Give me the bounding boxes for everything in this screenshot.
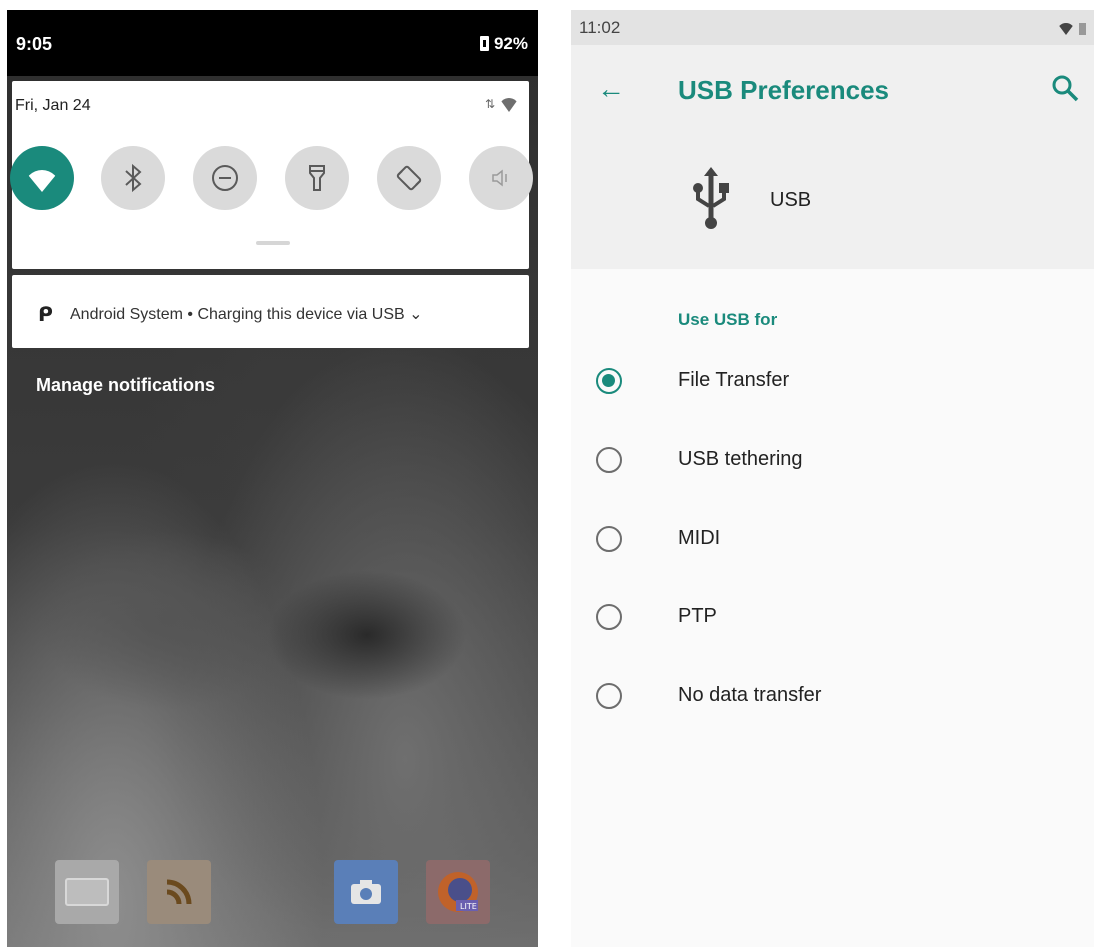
option-label: USB tethering [678, 448, 803, 470]
section-header: Use USB for [678, 310, 778, 329]
wallpaper-rocks [37, 530, 297, 710]
wifi-tile[interactable] [10, 146, 74, 210]
data-arrows-icon: ⇅ [484, 97, 495, 111]
svg-text:LITE: LITE [460, 902, 477, 911]
search-icon[interactable] [1050, 73, 1080, 103]
option-label: PTP [678, 605, 717, 627]
option-ptp[interactable]: PTP [571, 589, 1094, 649]
feed-app-icon[interactable] [147, 860, 211, 924]
page-title: USB Preferences [678, 75, 889, 105]
status-time-right: 11:02 [579, 18, 621, 37]
radio-unselected-icon[interactable] [596, 683, 622, 709]
panel-drag-handle[interactable] [256, 241, 290, 245]
bluetooth-tile[interactable] [101, 146, 165, 210]
rss-icon [166, 879, 192, 905]
wifi-signal-icon [499, 97, 519, 112]
radio-unselected-icon[interactable] [596, 526, 622, 552]
back-arrow-icon[interactable]: ← [597, 73, 625, 105]
date-label: Fri, Jan 24 [15, 97, 91, 114]
status-time: 9:05 [16, 34, 53, 54]
notification-separator: • [187, 306, 193, 323]
battery-icon [1079, 22, 1086, 35]
usb-preferences-screen: 11:02 ← USB Preferences USB Use USB for … [571, 10, 1094, 947]
keyboard-app-icon[interactable] [55, 860, 119, 924]
status-bar-right: 11:02 [571, 10, 1094, 45]
do-not-disturb-tile[interactable] [193, 146, 257, 210]
bluetooth-icon [125, 163, 142, 193]
usb-label: USB [770, 189, 812, 211]
usb-icon [693, 167, 729, 229]
manage-notifications-link[interactable]: Manage notifications [36, 375, 215, 396]
flashlight-icon [309, 165, 325, 191]
option-no-data-transfer[interactable]: No data transfer [571, 668, 1094, 728]
notification-app-name: Android System [70, 306, 183, 323]
network-indicator: ⇅ [485, 97, 519, 112]
firefox-lite-app-icon[interactable]: LITE [426, 860, 490, 924]
option-usb-tethering[interactable]: USB tethering [571, 432, 1094, 492]
camera-app-icon[interactable] [334, 860, 398, 924]
volume-icon [492, 169, 507, 187]
option-midi[interactable]: MIDI [571, 511, 1094, 571]
usb-notification[interactable]: ᑭ Android System • Charging this device … [12, 275, 529, 348]
notification-message: Charging this device via USB [197, 306, 405, 323]
option-label: No data transfer [678, 684, 822, 706]
battery-charging-icon [479, 36, 489, 51]
status-icons [1057, 20, 1086, 38]
flashlight-tile[interactable] [285, 146, 349, 210]
expand-chevron-icon[interactable]: ⌄ [409, 306, 422, 323]
wifi-signal-icon [1057, 22, 1075, 35]
auto-rotate-icon [396, 165, 422, 191]
option-label: MIDI [678, 527, 721, 549]
header-area: ← USB Preferences USB [571, 45, 1094, 269]
radio-unselected-icon[interactable] [596, 604, 622, 630]
option-label: File Transfer [678, 369, 790, 391]
wallpaper-shadow [267, 570, 467, 700]
do-not-disturb-icon [212, 165, 238, 191]
wifi-icon [24, 170, 60, 192]
volume-tile[interactable] [469, 146, 533, 210]
battery-status: 92% [479, 34, 528, 54]
camera-icon [351, 880, 381, 904]
auto-rotate-tile[interactable] [377, 146, 441, 210]
notification-shade-screen: 9:05 92% Fri, Jan 24 ⇅ ᑭ Android System … [7, 10, 538, 947]
option-file-transfer[interactable]: File Transfer [571, 353, 1094, 413]
status-bar: 9:05 92% [7, 10, 538, 76]
radio-unselected-icon[interactable] [596, 447, 622, 473]
android-system-icon: ᑭ [38, 304, 53, 326]
radio-selected-icon[interactable] [596, 368, 622, 394]
battery-percent: 92% [493, 34, 528, 53]
notification-text: Android System • Charging this device vi… [70, 304, 423, 324]
firefox-lite-icon: LITE [438, 872, 478, 912]
